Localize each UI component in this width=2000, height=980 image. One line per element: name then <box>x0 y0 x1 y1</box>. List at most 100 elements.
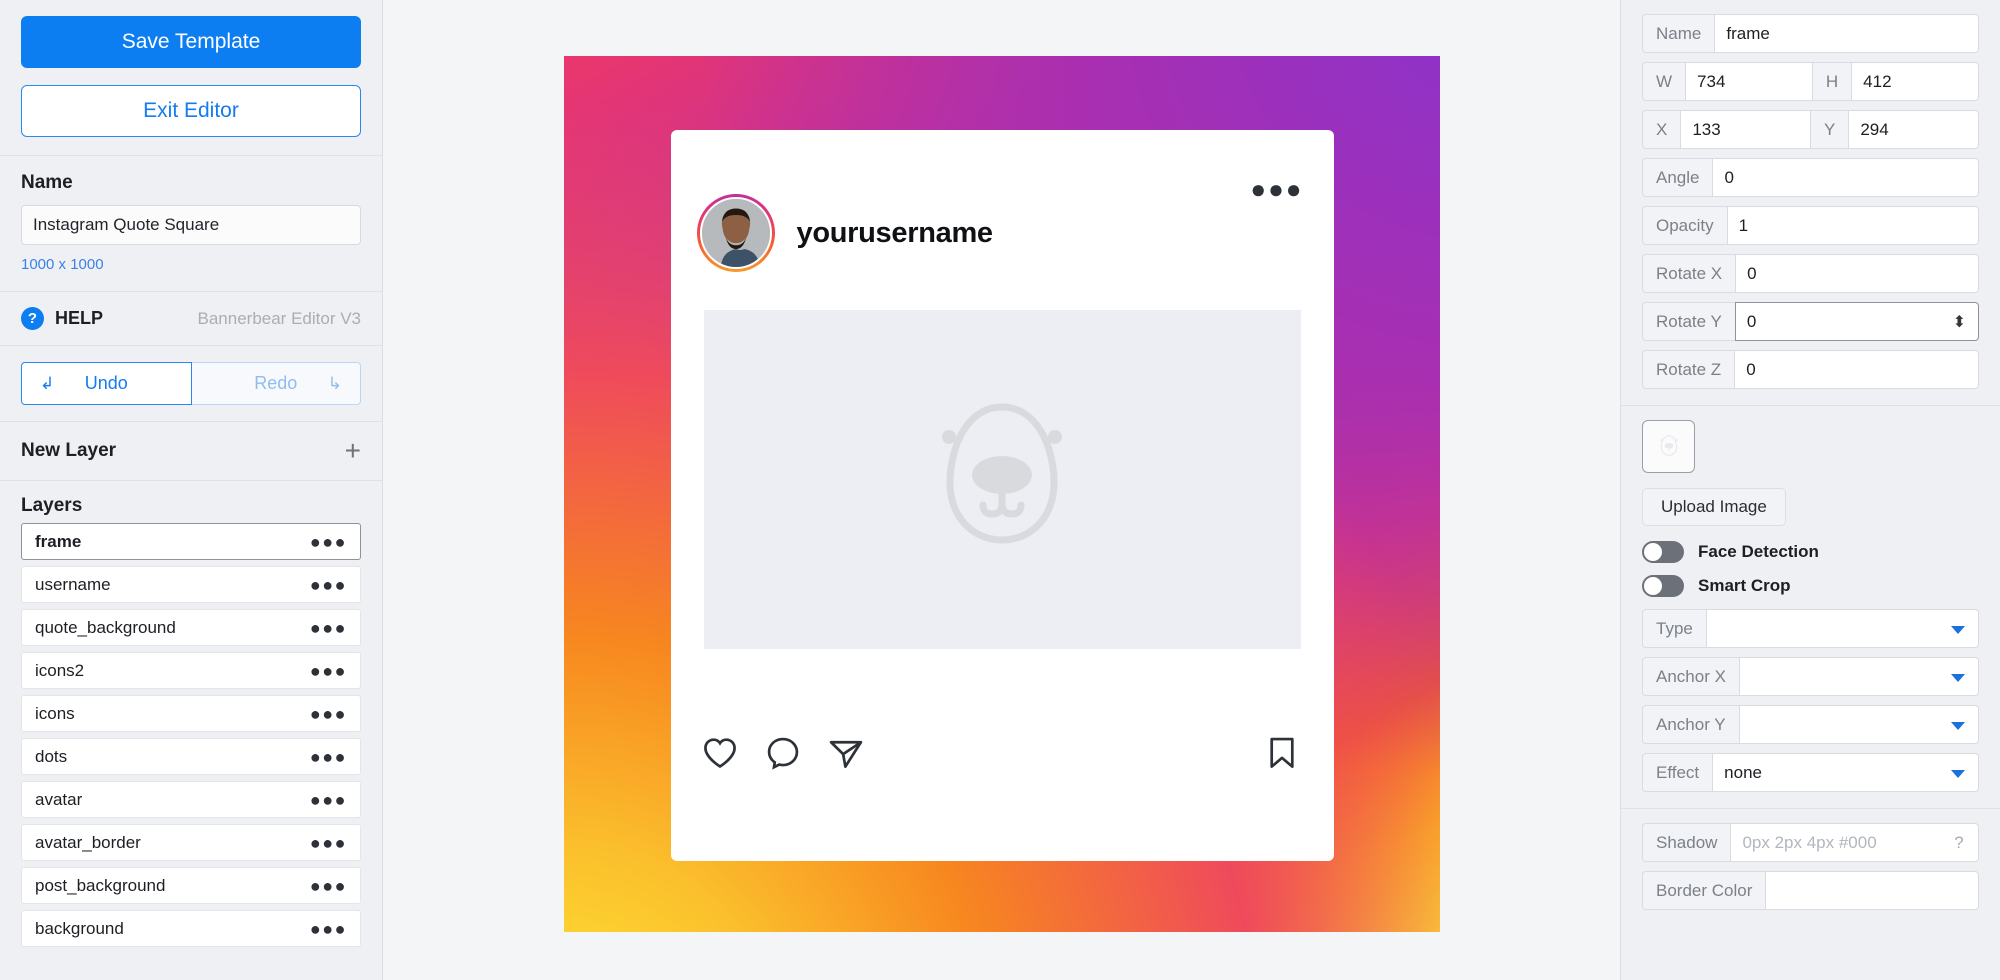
layer-row[interactable]: frame ●●● <box>21 523 361 560</box>
rotate-x-field: Rotate X <box>1642 254 1979 293</box>
opacity-input[interactable] <box>1726 206 1979 245</box>
avatar-photo-icon <box>701 199 770 267</box>
redo-button[interactable]: Redo ↳ <box>191 362 361 405</box>
layer-name-input[interactable] <box>1714 14 1979 53</box>
layer-name-label: background <box>35 918 124 938</box>
anchor-x-field: Anchor X <box>1642 657 1979 696</box>
ellipsis-icon[interactable]: ●●● <box>310 619 347 637</box>
bookmark-icon[interactable] <box>1263 734 1301 777</box>
help-section: ? HELP Bannerbear Editor V3 <box>0 292 382 346</box>
sidebar-actions-section: Save Template Exit Editor <box>0 0 382 156</box>
ellipsis-icon[interactable]: ●●● <box>310 834 347 852</box>
effect-field: Effect none <box>1642 753 1979 792</box>
anchor-y-select[interactable] <box>1738 705 1979 744</box>
layer-row[interactable]: dots ●●● <box>21 738 361 775</box>
chevron-down-icon <box>1738 705 1979 744</box>
template-dimensions: 1000 x 1000 <box>21 256 104 273</box>
help-left-group[interactable]: ? HELP <box>21 307 103 330</box>
angle-label: Angle <box>1642 158 1713 197</box>
template-artboard[interactable]: yourusername ●●● <box>563 56 1440 932</box>
ellipsis-icon[interactable]: ●●● <box>310 533 347 551</box>
instagram-post-card[interactable]: yourusername ●●● <box>670 130 1334 861</box>
ellipsis-icon[interactable]: ●●● <box>310 748 347 766</box>
image-properties-section: Upload Image Face Detection Smart Crop T… <box>1621 406 2000 809</box>
rotate-x-label: Rotate X <box>1642 254 1736 293</box>
template-name-input[interactable] <box>21 205 361 245</box>
layer-row[interactable]: icons2 ●●● <box>21 652 361 689</box>
border-color-field: Border Color <box>1642 871 1979 910</box>
layers-label: Layers <box>21 495 83 516</box>
new-layer-label: New Layer <box>21 440 117 461</box>
post-image-placeholder[interactable] <box>703 310 1301 649</box>
canvas-area[interactable]: yourusername ●●● <box>383 0 1620 980</box>
avatar-border[interactable] <box>696 194 775 272</box>
undo-button[interactable]: ↲ Undo <box>21 362 192 405</box>
exit-editor-button[interactable]: Exit Editor <box>21 85 361 137</box>
smart-crop-toggle[interactable] <box>1642 575 1684 597</box>
anchor-x-select[interactable] <box>1738 657 1979 696</box>
layer-name-label: avatar <box>35 789 83 809</box>
ellipsis-icon[interactable]: ●●● <box>310 705 347 723</box>
comment-bubble-icon[interactable] <box>764 734 802 777</box>
ellipsis-icon[interactable]: ●●● <box>310 576 347 594</box>
heart-icon[interactable] <box>701 734 739 777</box>
redo-label: Redo <box>254 373 298 393</box>
chevron-down-icon <box>1738 657 1979 696</box>
upload-image-button[interactable]: Upload Image <box>1642 488 1786 526</box>
layer-name-field: Name <box>1642 14 1979 53</box>
image-thumbnail[interactable] <box>1642 420 1695 473</box>
paper-plane-icon[interactable] <box>827 734 865 777</box>
editor-app: Save Template Exit Editor Name 1000 x 10… <box>0 0 2000 980</box>
rotate-y-field: Rotate Y <box>1642 302 1979 341</box>
post-action-bar <box>671 649 1334 861</box>
ellipsis-icon[interactable]: ●●● <box>310 662 347 680</box>
layer-name-label: icons <box>35 703 75 723</box>
rotate-y-input[interactable] <box>1734 302 1979 341</box>
layer-name-label: dots <box>35 746 68 766</box>
layer-row[interactable]: background ●●● <box>21 910 361 947</box>
height-label: H <box>1811 62 1852 101</box>
save-template-button[interactable]: Save Template <box>21 16 361 68</box>
effect-select[interactable]: none <box>1712 753 1979 792</box>
angle-input[interactable] <box>1712 158 1979 197</box>
layer-row[interactable]: post_background ●●● <box>21 867 361 904</box>
chevron-down-icon <box>1705 609 1979 648</box>
plus-icon[interactable]: + <box>345 437 361 465</box>
y-input[interactable] <box>1848 110 1979 149</box>
new-layer-section[interactable]: New Layer + <box>0 422 382 481</box>
question-circle-icon[interactable]: ? <box>1940 823 1979 862</box>
ellipsis-icon[interactable]: ●●● <box>310 877 347 895</box>
rotate-z-input[interactable] <box>1734 350 1979 389</box>
width-input[interactable] <box>1685 62 1812 101</box>
x-input[interactable] <box>1680 110 1810 149</box>
layer-name-label: icons2 <box>35 660 85 680</box>
layer-row[interactable]: avatar ●●● <box>21 781 361 818</box>
layer-row[interactable]: username ●●● <box>21 566 361 603</box>
position-fields: X Y <box>1642 110 1979 149</box>
border-color-input[interactable] <box>1765 871 1979 910</box>
layer-row[interactable]: avatar_border ●●● <box>21 824 361 861</box>
height-input[interactable] <box>1851 62 1980 101</box>
anchor-x-label: Anchor X <box>1642 657 1739 696</box>
transform-properties-section: Name W H X Y Angle Opacity <box>1621 0 2000 406</box>
smart-crop-row: Smart Crop <box>1642 575 1979 597</box>
chevron-down-icon: none <box>1712 753 1979 792</box>
ellipsis-icon[interactable]: ●●● <box>310 791 347 809</box>
layer-row[interactable]: icons ●●● <box>21 695 361 732</box>
type-select[interactable] <box>1705 609 1979 648</box>
layer-row[interactable]: quote_background ●●● <box>21 609 361 646</box>
undo-redo-section: ↲ Undo Redo ↳ <box>0 346 382 422</box>
layer-name-label: avatar_border <box>35 832 141 852</box>
ellipsis-icon[interactable]: ●●● <box>310 920 347 938</box>
layer-name-label: quote_background <box>35 617 176 637</box>
right-panel-spacer <box>1621 926 2000 980</box>
question-circle-icon: ? <box>21 307 44 330</box>
face-detection-toggle[interactable] <box>1642 541 1684 563</box>
rotate-x-input[interactable] <box>1735 254 1979 293</box>
avatar[interactable] <box>699 197 772 269</box>
username-text[interactable]: yourusername <box>797 217 994 250</box>
layers-section: Layers frame ●●● username ●●● quote_backgrou… <box>0 481 382 980</box>
face-detection-row: Face Detection <box>1642 541 1979 563</box>
post-more-ellipsis-icon[interactable]: ●●● <box>1250 176 1303 202</box>
shadow-input[interactable] <box>1730 823 1940 862</box>
